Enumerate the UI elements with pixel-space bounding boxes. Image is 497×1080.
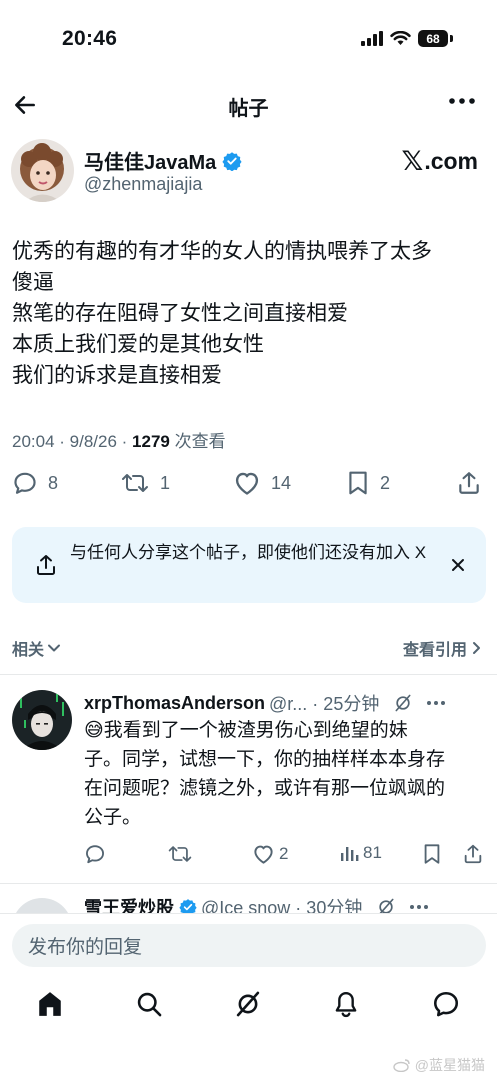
post-timestamp: 20:04 · 9/8/26 · (12, 432, 133, 451)
reply-views-button[interactable]: 81 (339, 843, 382, 863)
reply-body: 😅我看到了一个被渣男伤心到绝望的妹 子。同学，试想一下，你的抽样样本本身存 在问… (84, 716, 484, 832)
post-line: 优秀的有趣的有才华的女人的情执喂养了太多 (12, 240, 432, 263)
reply-reply-button[interactable] (84, 843, 106, 865)
like-button[interactable]: 14 (233, 470, 291, 496)
more-options-icon[interactable] (427, 700, 446, 706)
post-line: 本质上我们爱的是其他女性 (12, 333, 264, 356)
post-line: 傻逼 (12, 271, 54, 294)
battery-icon: 68 (418, 30, 448, 47)
notifications-bell-icon[interactable] (333, 990, 359, 1018)
status-icons: 68 (361, 30, 453, 47)
home-icon[interactable] (37, 990, 63, 1018)
divider (0, 674, 497, 675)
bookmark-icon (349, 471, 367, 495)
search-icon[interactable] (135, 990, 163, 1018)
bookmark-count: 2 (380, 472, 391, 493)
view-quotes-link[interactable]: 查看引用 (403, 636, 481, 660)
reply-repost-button[interactable] (167, 843, 193, 865)
reply-avatar[interactable] (12, 690, 72, 750)
share-banner-text: 与任何人分享这个帖子，即使他们还没有加入 X (70, 543, 427, 562)
author-name-text: 马佳佳JavaMa (84, 152, 217, 174)
reply-icon (86, 845, 104, 864)
page-title: 帖子 (228, 98, 269, 120)
share-icon (37, 555, 55, 575)
weibo-logo-icon (393, 1059, 410, 1072)
reply-like-button[interactable]: 2 (252, 843, 288, 865)
grok-icon[interactable] (393, 693, 413, 713)
tab-bar (0, 990, 497, 1026)
post-actions: 8 1 14 2 (0, 470, 497, 504)
reply-composer-input[interactable]: 发布你的回复 (12, 924, 486, 967)
repost-icon (122, 474, 148, 492)
reply-count: 8 (48, 472, 59, 493)
more-options-icon[interactable] (410, 904, 429, 910)
share-button[interactable] (456, 470, 482, 496)
close-icon[interactable] (451, 558, 465, 572)
related-label: 相关 (12, 642, 45, 659)
share-banner[interactable]: 与任何人分享这个帖子，即使他们还没有加入 X (12, 527, 486, 603)
chevron-right-icon (473, 642, 480, 654)
post-line: 我们的诉求是直接相爱 (12, 364, 222, 387)
reply-line: 子。同学，试想一下，你的抽样样本本身存 (84, 749, 446, 770)
grok-tab-icon[interactable] (234, 990, 262, 1018)
verified-badge-icon (222, 151, 242, 171)
bookmark-button[interactable]: 2 (346, 470, 390, 496)
reply-header: xrpThomasAnderson @r... · 25分钟 (84, 690, 446, 716)
messages-icon[interactable] (432, 990, 460, 1018)
author-avatar[interactable] (11, 139, 74, 202)
repost-button[interactable]: 1 (120, 470, 170, 496)
chevron-down-icon (48, 644, 61, 652)
reply-bookmark-button[interactable] (422, 843, 442, 865)
share-icon (464, 844, 482, 864)
post-meta: 20:04 · 9/8/26 · 1279 次查看 (12, 427, 226, 452)
battery-tip (450, 35, 453, 42)
reply-line: 😅我看到了一个被渣男伤心到绝望的妹 (84, 720, 408, 741)
x-com-text: .com (424, 148, 478, 174)
reply-like-count: 2 (279, 844, 289, 863)
author-name[interactable]: 马佳佳JavaMa (84, 146, 242, 175)
reply-line: 在问题呢？滤镜之外，或许有那一位飒飒的 (84, 778, 446, 799)
status-time: 20:46 (62, 27, 118, 50)
reply-share-button[interactable] (462, 843, 484, 865)
bookmark-icon (424, 844, 440, 864)
more-options-icon[interactable] (449, 96, 475, 106)
reply-actions: 2 81 (84, 843, 484, 869)
reply-views-count: 81 (363, 843, 382, 862)
heart-icon (235, 472, 259, 495)
reply-meta: @r... · 25分钟 (269, 694, 380, 714)
reply-button[interactable]: 8 (12, 470, 58, 496)
reply-icon (14, 472, 36, 494)
reply-line: 公子。 (84, 807, 142, 828)
divider (0, 913, 497, 914)
reply-author-name[interactable]: xrpThomasAnderson (84, 693, 265, 714)
views-icon (341, 847, 359, 861)
x-logo-icon: 𝕏 (401, 146, 424, 176)
related-sort-dropdown[interactable]: 相关 (12, 636, 61, 660)
watermark-text: @蓝星猫猫 (414, 1057, 485, 1073)
view-quotes-label: 查看引用 (402, 642, 467, 659)
x-com-logo: 𝕏 .com (402, 146, 478, 177)
repost-count: 1 (160, 472, 171, 493)
signal-icon (361, 31, 383, 46)
watermark: @蓝星猫猫 (393, 1055, 485, 1075)
like-count: 14 (271, 472, 292, 493)
views-label: 次查看 (169, 432, 226, 451)
share-icon (459, 472, 479, 494)
views-count: 1279 (132, 432, 170, 451)
author-handle[interactable]: @zhenmajiajia (84, 174, 202, 195)
divider (0, 883, 497, 884)
repost-icon (168, 846, 192, 862)
post-line: 煞笔的存在阻碍了女性之间直接相爱 (12, 302, 348, 325)
post-body: 优秀的有趣的有才华的女人的情执喂养了太多 傻逼 煞笔的存在阻碍了女性之间直接相爱… (12, 236, 487, 391)
heart-icon (254, 845, 273, 864)
wifi-icon (390, 31, 411, 45)
